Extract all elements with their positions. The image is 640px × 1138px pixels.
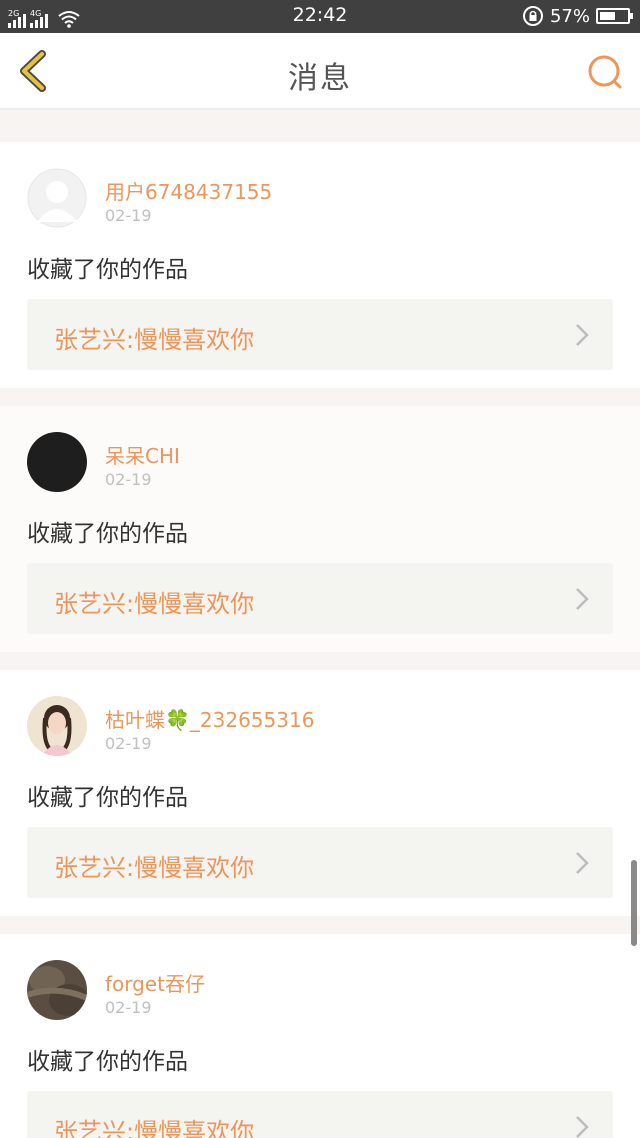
message-list[interactable]: 用户6748437155 02-19 收藏了你的作品 张艺兴:慢慢喜欢你 呆呆C… <box>0 112 640 1138</box>
work-link[interactable]: 张艺兴:慢慢喜欢你 <box>27 827 613 898</box>
header: 消息 <box>0 33 640 110</box>
action-text: 收藏了你的作品 <box>27 1049 188 1075</box>
avatar[interactable] <box>27 168 87 228</box>
work-title: 张艺兴:慢慢喜欢你 <box>54 1118 255 1138</box>
rotation-lock-icon <box>522 6 543 26</box>
list-item: 呆呆CHI 02-19 收藏了你的作品 张艺兴:慢慢喜欢你 <box>0 406 640 652</box>
avatar[interactable] <box>27 432 87 492</box>
work-title: 张艺兴:慢慢喜欢你 <box>54 326 255 354</box>
list-item: forget吞仔 02-19 收藏了你的作品 张艺兴:慢慢喜欢你 <box>0 934 640 1138</box>
username[interactable]: 用户6748437155 <box>105 176 272 205</box>
work-title: 张艺兴:慢慢喜欢你 <box>54 854 255 882</box>
work-title: 张艺兴:慢慢喜欢你 <box>54 590 255 618</box>
chevron-right-icon <box>576 588 589 610</box>
work-link[interactable]: 张艺兴:慢慢喜欢你 <box>27 563 613 634</box>
battery-percent: 57% <box>549 5 590 27</box>
default-avatar-icon <box>27 168 87 228</box>
list-item: 枯叶蝶🍀_232655316 02-19 收藏了你的作品 张艺兴:慢慢喜欢你 <box>0 670 640 916</box>
username[interactable]: 呆呆CHI <box>105 440 180 469</box>
battery-icon <box>596 8 633 24</box>
message-date: 02-19 <box>105 470 152 489</box>
message-date: 02-19 <box>105 206 152 225</box>
user-photo <box>27 696 87 756</box>
avatar[interactable] <box>27 960 87 1020</box>
search-icon[interactable] <box>586 53 624 91</box>
message-date: 02-19 <box>105 734 152 753</box>
username[interactable]: forget吞仔 <box>105 968 205 997</box>
message-date: 02-19 <box>105 998 152 1017</box>
work-link[interactable]: 张艺兴:慢慢喜欢你 <box>27 299 613 370</box>
chevron-right-icon <box>576 1116 589 1138</box>
action-text: 收藏了你的作品 <box>27 785 188 811</box>
status-bar: 2G 4G 22:42 57% <box>0 0 640 33</box>
user-photo <box>27 960 87 1020</box>
battery-level <box>600 12 615 20</box>
action-text: 收藏了你的作品 <box>27 521 188 547</box>
action-text: 收藏了你的作品 <box>27 257 188 283</box>
work-link[interactable]: 张艺兴:慢慢喜欢你 <box>27 1091 613 1138</box>
username[interactable]: 枯叶蝶🍀_232655316 <box>105 704 314 733</box>
chevron-right-icon <box>576 852 589 874</box>
list-item: 用户6748437155 02-19 收藏了你的作品 张艺兴:慢慢喜欢你 <box>0 142 640 388</box>
page-title: 消息 <box>288 61 352 96</box>
chevron-right-icon <box>576 324 589 346</box>
scrollbar[interactable] <box>631 860 637 946</box>
avatar[interactable] <box>27 696 87 756</box>
